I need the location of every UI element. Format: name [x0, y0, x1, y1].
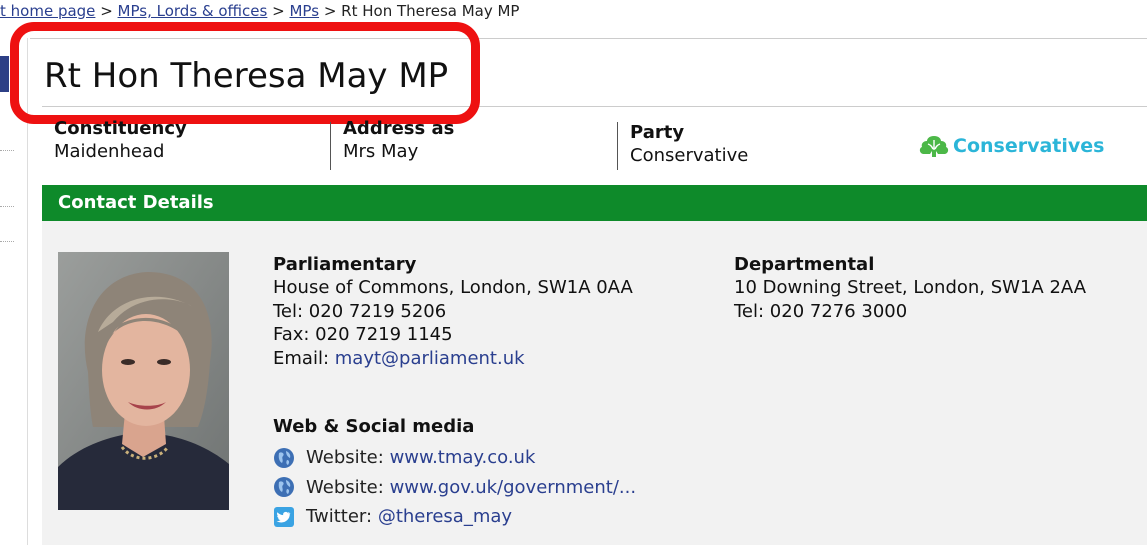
- twitter-row: Twitter: @theresa_may: [273, 502, 636, 532]
- email-link[interactable]: mayt@parliament.uk: [335, 348, 525, 369]
- website-label: Website:: [306, 476, 384, 498]
- breadcrumb-mps-lords-link[interactable]: MPs, Lords & offices: [118, 2, 268, 20]
- email-label: Email:: [273, 347, 330, 369]
- breadcrumb-mps-link[interactable]: MPs: [289, 2, 319, 20]
- website-row: Website: www.gov.uk/government/...: [273, 473, 636, 503]
- party-info: Party Conservative: [617, 122, 748, 170]
- party-label: Party: [630, 122, 685, 143]
- web-social-section: Web & Social media Website: www.tmay.co.…: [273, 416, 636, 532]
- sidebar-item-divider: [0, 150, 14, 151]
- globe-icon: [274, 477, 294, 498]
- twitter-label: Twitter:: [306, 506, 373, 528]
- address-as-value: Mrs May: [343, 141, 419, 162]
- parliamentary-email-row: Email: mayt@parliament.uk: [273, 347, 633, 371]
- oak-tree-icon: [919, 136, 949, 157]
- sidebar-item-divider: [0, 241, 14, 242]
- breadcrumb: t home page > MPs, Lords & offices > MPs…: [0, 2, 519, 24]
- website-link-tmay[interactable]: www.tmay.co.uk: [390, 447, 536, 468]
- mp-portrait-photo: [58, 252, 229, 510]
- constituency-label: Constituency: [54, 118, 187, 139]
- page-title: Rt Hon Theresa May MP: [44, 56, 449, 96]
- sidebar-active-tab[interactable]: [0, 56, 9, 92]
- parliamentary-fax: Fax: 020 7219 1145: [273, 324, 453, 345]
- constituency-value: Maidenhead: [54, 141, 165, 162]
- twitter-link[interactable]: @theresa_may: [378, 506, 512, 527]
- departmental-title: Departmental: [734, 254, 875, 275]
- breadcrumb-current: Rt Hon Theresa May MP: [341, 2, 520, 20]
- departmental-address: 10 Downing Street, London, SW1A 2AA: [734, 277, 1087, 298]
- departmental-tel: Tel: 020 7276 3000: [734, 300, 908, 322]
- portrait-illustration: [58, 252, 229, 510]
- address-as-label: Address as: [343, 118, 455, 139]
- party-logo-text: Conservatives: [953, 135, 1105, 157]
- web-social-title: Web & Social media: [273, 416, 475, 437]
- address-as-info: Address as Mrs May: [330, 118, 454, 170]
- parliamentary-contact: Parliamentary House of Commons, London, …: [273, 254, 633, 370]
- breadcrumb-home-link[interactable]: t home page: [0, 2, 95, 20]
- breadcrumb-separator: >: [272, 2, 285, 20]
- title-divider: [42, 106, 1147, 107]
- sidebar-divider: [27, 38, 28, 545]
- website-row: Website: www.tmay.co.uk: [273, 443, 636, 473]
- twitter-icon: [274, 506, 294, 527]
- breadcrumb-separator: >: [100, 2, 113, 20]
- parliamentary-tel: Tel: 020 7219 5206: [273, 300, 447, 322]
- parliamentary-title: Parliamentary: [273, 254, 417, 275]
- website-label: Website:: [306, 447, 384, 469]
- departmental-contact: Departmental 10 Downing Street, London, …: [734, 254, 1086, 323]
- contact-details-header: Contact Details: [42, 185, 1147, 221]
- party-value: Conservative: [630, 145, 749, 166]
- parliamentary-address: House of Commons, London, SW1A 0AA: [273, 277, 633, 298]
- top-divider: [30, 38, 1147, 39]
- constituency-info: Constituency Maidenhead: [54, 118, 187, 170]
- sidebar-item-divider: [0, 206, 14, 207]
- conservatives-logo[interactable]: Conservatives: [918, 134, 1104, 158]
- globe-icon: [274, 447, 294, 468]
- breadcrumb-separator: >: [323, 2, 337, 20]
- website-link-gov[interactable]: www.gov.uk/government/...: [390, 477, 637, 498]
